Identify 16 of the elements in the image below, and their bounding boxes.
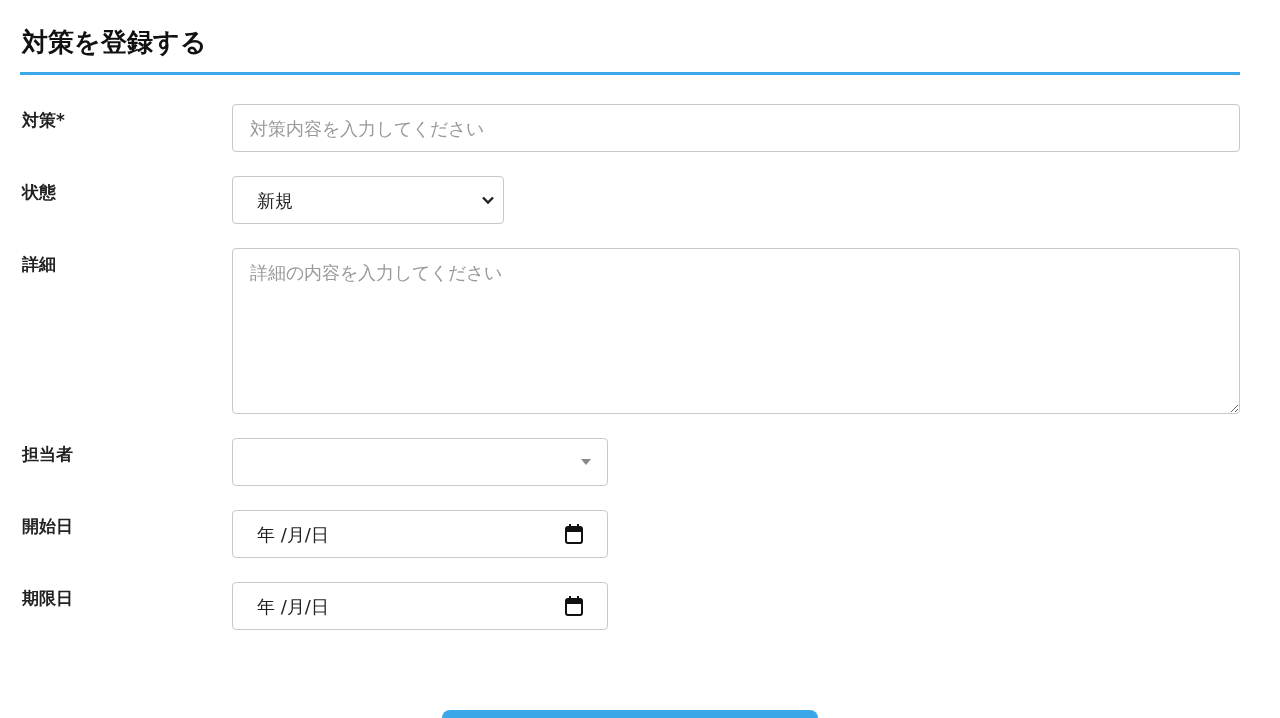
field-label: 詳細	[21, 253, 57, 276]
field-label: 開始日	[21, 515, 74, 538]
field-label: 対策*	[21, 109, 66, 132]
detail-textarea[interactable]: 詳細の内容を入力してください	[232, 248, 1240, 414]
status-select[interactable]: 新規	[232, 176, 504, 224]
field-label: 担当者	[20, 443, 74, 466]
date-input-field[interactable]: 年 /月/日	[232, 510, 608, 558]
caret-down-icon	[581, 459, 591, 465]
page-title: 対策を登録する	[20, 26, 208, 59]
date-input-field[interactable]: 年 /月/日	[232, 582, 608, 630]
text-input-field[interactable]: 対策内容を入力してください	[232, 104, 1240, 152]
calendar-icon	[565, 596, 583, 616]
calendar-icon	[565, 524, 583, 544]
field-label: 状態	[20, 181, 57, 204]
field-label: 期限日	[21, 587, 74, 610]
assignee-dropdown[interactable]	[232, 438, 608, 486]
